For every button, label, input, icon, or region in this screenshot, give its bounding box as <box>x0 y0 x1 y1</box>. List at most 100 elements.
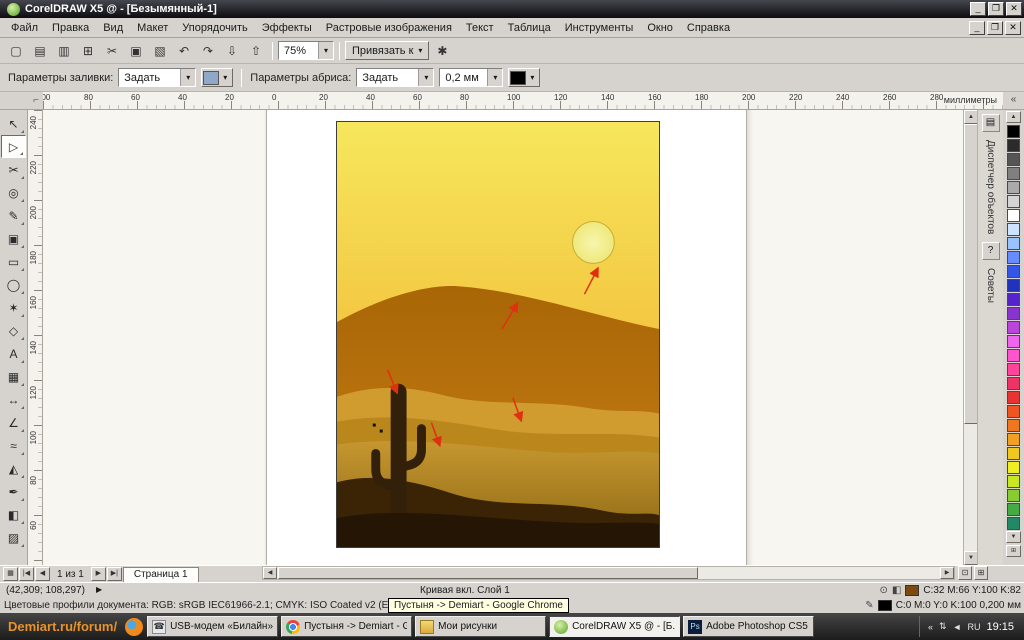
menu-Правка[interactable]: Правка <box>45 20 96 36</box>
palette-swatch[interactable] <box>1007 363 1020 376</box>
firefox-icon[interactable] <box>125 618 143 636</box>
prev-page-icon[interactable]: ◀ <box>35 567 50 581</box>
shape-tool[interactable]: ▷ <box>1 135 26 158</box>
interactive-fill-tool[interactable]: ▨ <box>1 526 26 549</box>
palette-swatch[interactable] <box>1007 517 1020 530</box>
palette-swatch[interactable] <box>1007 461 1020 474</box>
menu-Вид[interactable]: Вид <box>96 20 130 36</box>
palette-swatch[interactable] <box>1007 489 1020 502</box>
open-icon[interactable]: ▤ <box>29 41 51 61</box>
chevron-down-icon[interactable]: ▾ <box>487 69 502 86</box>
palette-expand-icon[interactable]: ⊞ <box>1006 545 1021 557</box>
palette-swatch[interactable] <box>1007 251 1020 264</box>
palette-swatch[interactable] <box>1007 377 1020 390</box>
cut-icon[interactable]: ✂ <box>101 41 123 61</box>
mdi-close-button[interactable]: ✕ <box>1005 21 1021 35</box>
palette-swatch[interactable] <box>1007 181 1020 194</box>
palette-swatch[interactable] <box>1007 293 1020 306</box>
menu-Окно[interactable]: Окно <box>640 20 680 36</box>
smart-fill-tool[interactable]: ▣ <box>1 227 26 250</box>
palette-swatch[interactable] <box>1007 447 1020 460</box>
horizontal-scroll-thumb[interactable] <box>278 567 698 579</box>
palette-scroll-up-icon[interactable]: ▲ <box>1006 111 1021 123</box>
palette-swatch[interactable] <box>1007 237 1020 250</box>
palette-swatch[interactable] <box>1007 139 1020 152</box>
palette-swatch[interactable] <box>1007 195 1020 208</box>
maximize-button[interactable]: ❐ <box>988 2 1004 16</box>
dockers-collapse-icon[interactable]: « <box>1003 92 1024 110</box>
palette-swatch[interactable] <box>1007 391 1020 404</box>
menu-Инструменты[interactable]: Инструменты <box>558 20 641 36</box>
scroll-down-icon[interactable]: ▼ <box>964 551 978 565</box>
outline-color-picker[interactable]: ▾ <box>508 68 540 87</box>
menu-Текст[interactable]: Текст <box>459 20 501 36</box>
mdi-restore-button[interactable]: ❐ <box>987 21 1003 35</box>
scroll-right-icon[interactable]: ▶ <box>940 567 954 579</box>
ruler-origin-button[interactable]: ⌐ <box>0 92 43 110</box>
vertical-scroll-thumb[interactable] <box>964 124 978 424</box>
undo-icon[interactable]: ↶ <box>173 41 195 61</box>
fill-color-swatch[interactable] <box>905 585 919 596</box>
menu-Упорядочить[interactable]: Упорядочить <box>175 20 254 36</box>
paste-icon[interactable]: ▧ <box>149 41 171 61</box>
horizontal-ruler[interactable]: миллиметры 10080604020020406080100120140… <box>43 92 1003 110</box>
chevron-down-icon[interactable]: ▾ <box>418 69 433 86</box>
palette-swatch[interactable] <box>1007 405 1020 418</box>
artwork-drawing[interactable] <box>336 121 660 548</box>
freehand-tool[interactable]: ✎ <box>1 204 26 227</box>
palette-swatch[interactable] <box>1007 223 1020 236</box>
outline-width-combo[interactable]: 0,2 мм ▾ <box>439 68 503 87</box>
menu-Справка[interactable]: Справка <box>680 20 737 36</box>
palette-swatch[interactable] <box>1007 153 1020 166</box>
print-icon[interactable]: ⊞ <box>77 41 99 61</box>
eyedropper-tool[interactable]: ◭ <box>1 457 26 480</box>
menu-Макет[interactable]: Макет <box>130 20 175 36</box>
palette-swatch[interactable] <box>1007 307 1020 320</box>
horizontal-scrollbar[interactable]: ◀ ▶ <box>262 566 955 580</box>
connector-tool[interactable]: ∠ <box>1 411 26 434</box>
canvas-area[interactable] <box>43 110 963 565</box>
network-icon[interactable]: ⇅ <box>939 621 947 632</box>
fill-tool[interactable]: ◧ <box>1 503 26 526</box>
object-manager-icon[interactable]: ▤ <box>982 114 1000 132</box>
taskbar-button[interactable]: Пустыня -> Demiart - G... <box>281 616 412 637</box>
palette-swatch[interactable] <box>1007 503 1020 516</box>
menu-Растровые изображения[interactable]: Растровые изображения <box>319 20 459 36</box>
menu-Эффекты[interactable]: Эффекты <box>255 20 319 36</box>
scroll-up-icon[interactable]: ▲ <box>964 110 978 124</box>
export-icon[interactable]: ⇧ <box>245 41 267 61</box>
view-pages-button[interactable]: ⊞ <box>974 566 988 580</box>
vertical-scrollbar[interactable]: ▲ ▼ <box>963 110 977 565</box>
palette-swatch[interactable] <box>1007 321 1020 334</box>
scroll-left-icon[interactable]: ◀ <box>263 567 277 579</box>
pick-tool[interactable]: ↖ <box>1 112 26 135</box>
outline-color-swatch[interactable] <box>878 600 892 611</box>
mdi-minimize-button[interactable]: _ <box>969 21 985 35</box>
palette-scroll-down-icon[interactable]: ▼ <box>1006 531 1021 543</box>
last-page-icon[interactable]: ▶| <box>107 567 122 581</box>
next-page-icon[interactable]: ▶ <box>91 567 106 581</box>
palette-swatch[interactable] <box>1007 335 1020 348</box>
dimension-tool[interactable]: ↔ <box>1 388 26 411</box>
ellipse-tool[interactable]: ◯ <box>1 273 26 296</box>
palette-swatch[interactable] <box>1007 433 1020 446</box>
redo-icon[interactable]: ↷ <box>197 41 219 61</box>
vertical-ruler[interactable]: 2402202001801601401201008060 <box>28 110 43 565</box>
first-page-icon[interactable]: |◀ <box>19 567 34 581</box>
chevron-down-icon[interactable]: ▾ <box>318 42 333 59</box>
outline-pen-tool[interactable]: ✒ <box>1 480 26 503</box>
docker-tab-hints[interactable]: Советы <box>985 265 996 306</box>
outline-params-combo[interactable]: Задать ▾ <box>356 68 434 87</box>
taskbar-button[interactable]: CorelDRAW X5 @ - [Б... <box>549 616 680 637</box>
blend-tool[interactable]: ≈ <box>1 434 26 457</box>
rectangle-tool[interactable]: ▭ <box>1 250 26 273</box>
hints-icon[interactable]: ? <box>982 242 1000 260</box>
zoom-level-combo[interactable]: 75% ▾ <box>278 41 334 60</box>
sun[interactable] <box>573 222 615 264</box>
close-button[interactable]: ✕ <box>1006 2 1022 16</box>
language-indicator[interactable]: RU <box>967 622 980 632</box>
menu-Файл[interactable]: Файл <box>4 20 45 36</box>
snap-to-button[interactable]: Привязать к ▾ <box>345 41 429 60</box>
table-tool[interactable]: ▦ <box>1 365 26 388</box>
clock[interactable]: 19:15 <box>986 621 1014 633</box>
